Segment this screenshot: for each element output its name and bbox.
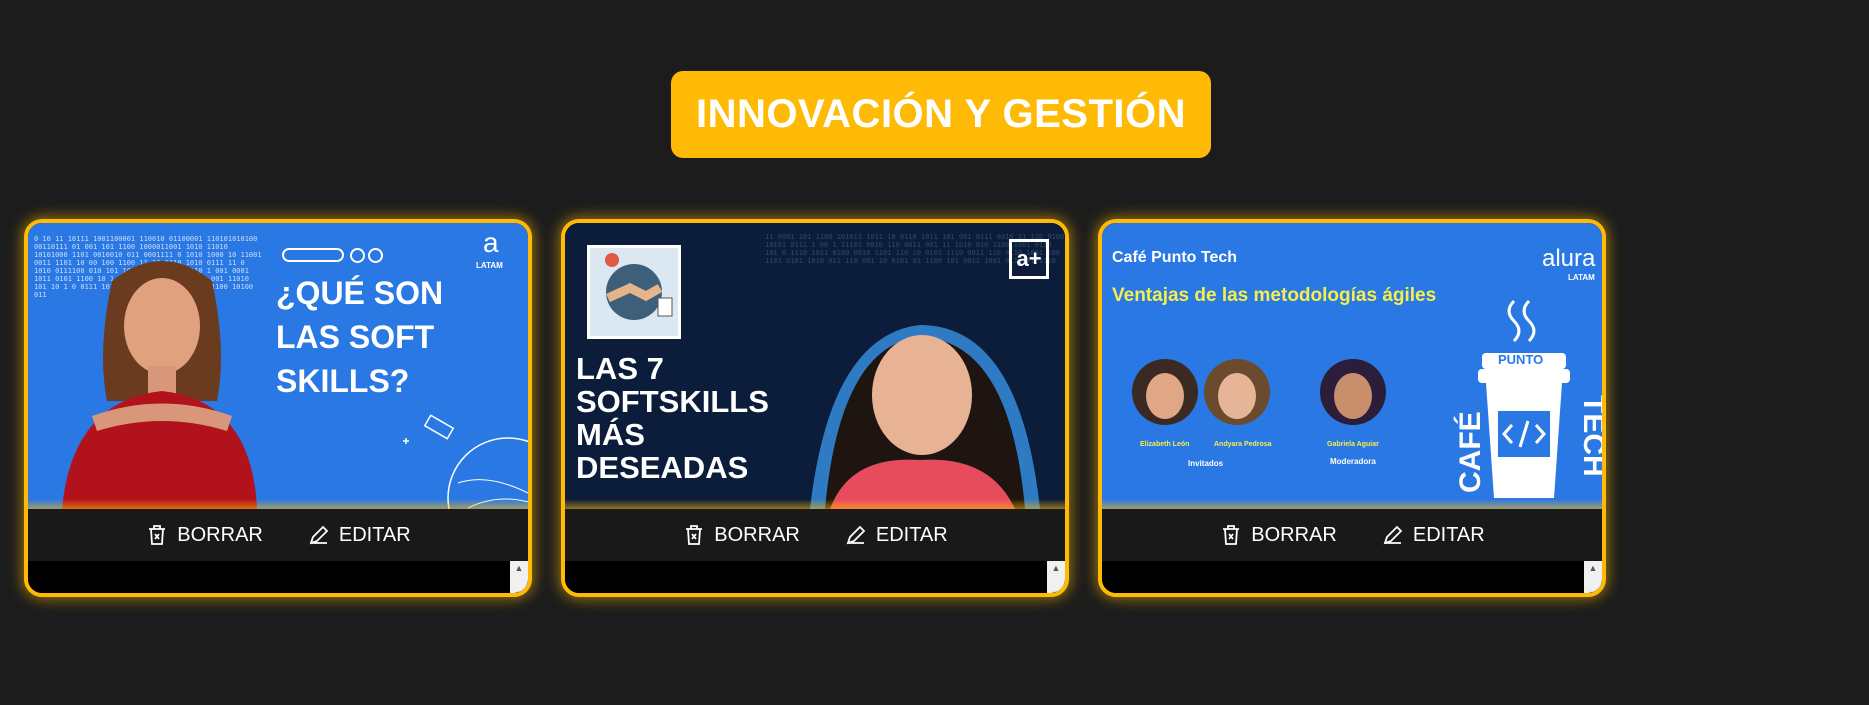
- edit-button[interactable]: EDITAR: [1381, 523, 1485, 547]
- guest-photo: [1132, 359, 1198, 425]
- delete-button[interactable]: BORRAR: [145, 523, 263, 547]
- satellite-globe-illustration: [403, 414, 528, 509]
- delete-button[interactable]: BORRAR: [682, 523, 800, 547]
- edit-label: EDITAR: [1412, 523, 1485, 546]
- video-title-line: SKILLS?: [276, 363, 410, 399]
- person-name: Gabriela Aguiar: [1327, 441, 1379, 448]
- alura-logo: a: [483, 227, 499, 258]
- video-card: Café Punto Tech alura LATAM Ventajas de …: [1098, 219, 1606, 597]
- person-name: Andyara Pedrosa: [1214, 441, 1272, 448]
- alura-plus-logo: a+: [1009, 239, 1049, 279]
- alura-logo-sub: LATAM: [476, 261, 503, 270]
- dot-decoration: [368, 248, 383, 263]
- scrollbar[interactable]: ▲ ▼: [510, 561, 528, 593]
- video-title-line: LAS 7: [576, 351, 664, 386]
- moderator-label: Moderadora: [1330, 457, 1376, 466]
- card-actions: BORRAR EDITAR: [28, 509, 528, 561]
- delete-label: BORRAR: [714, 523, 800, 546]
- card-actions: BORRAR EDITAR: [1102, 509, 1602, 561]
- alura-logo-sub: LATAM: [1568, 273, 1595, 282]
- video-player-area[interactable]: ▲ ▼: [565, 561, 1065, 593]
- scroll-down-icon[interactable]: ▼: [1052, 587, 1061, 593]
- presenter-photo: [810, 325, 1040, 509]
- scroll-up-icon[interactable]: ▲: [515, 561, 524, 575]
- pencil-icon: [846, 525, 866, 545]
- video-card: 0 10 11 10111 1001100001 110010 01100001…: [24, 219, 532, 597]
- video-thumbnail[interactable]: Café Punto Tech alura LATAM Ventajas de …: [1102, 223, 1602, 509]
- edit-button[interactable]: EDITAR: [307, 523, 411, 547]
- person-name: Elizabeth León: [1140, 441, 1190, 448]
- pill-decoration: [282, 248, 344, 262]
- side-text-right: TECH: [1577, 395, 1602, 477]
- video-title-line: LAS SOFT: [276, 319, 435, 355]
- delete-button[interactable]: BORRAR: [1219, 523, 1337, 547]
- edit-button[interactable]: EDITAR: [844, 523, 948, 547]
- guests-label: Invitados: [1188, 459, 1224, 468]
- dot-decoration: [350, 248, 365, 263]
- video-player-area[interactable]: ▲ ▼: [1102, 561, 1602, 593]
- handshake-illustration: [587, 245, 681, 339]
- pencil-icon: [309, 525, 329, 545]
- moderator-photo: [1320, 359, 1386, 425]
- presenter-photo: [62, 261, 257, 509]
- trash-icon: [686, 525, 703, 545]
- video-title-line: MÁS: [576, 417, 645, 452]
- video-subtitle: Ventajas de las metodologías ágiles: [1112, 285, 1437, 306]
- video-title-line: ¿QUÉ SON: [276, 275, 444, 311]
- pencil-icon: [1383, 525, 1403, 545]
- video-thumbnail[interactable]: 0 10 11 10111 1001100001 110010 01100001…: [28, 223, 528, 509]
- scroll-down-icon[interactable]: ▼: [1589, 587, 1598, 593]
- cup-label: PUNTO: [1498, 352, 1544, 367]
- video-player-area[interactable]: ▲ ▼: [28, 561, 528, 593]
- scroll-up-icon[interactable]: ▲: [1052, 561, 1061, 575]
- trash-icon: [1223, 525, 1240, 545]
- guest-photo: [1204, 359, 1270, 425]
- video-title-line: DESEADAS: [576, 450, 749, 485]
- video-card: 11 0001 101 1100 101011 1011 10 0110 101…: [561, 219, 1069, 597]
- scroll-up-icon[interactable]: ▲: [1589, 561, 1598, 575]
- edit-label: EDITAR: [338, 523, 411, 546]
- trash-icon: [149, 525, 166, 545]
- edit-label: EDITAR: [875, 523, 948, 546]
- video-title-line: SOFTSKILLS: [576, 384, 769, 419]
- card-actions: BORRAR EDITAR: [565, 509, 1065, 561]
- scrollbar[interactable]: ▲ ▼: [1584, 561, 1602, 593]
- alura-plus-logo-text: a+: [1016, 246, 1042, 271]
- alura-logo: alura: [1542, 245, 1596, 272]
- delete-label: BORRAR: [177, 523, 263, 546]
- scroll-down-icon[interactable]: ▼: [515, 587, 524, 593]
- scrollbar[interactable]: ▲ ▼: [1047, 561, 1065, 593]
- category-title: INNOVACIÓN Y GESTIÓN: [671, 71, 1211, 158]
- coffee-cup-illustration: PUNTO: [1474, 293, 1574, 503]
- series-header: Café Punto Tech: [1112, 249, 1238, 266]
- delete-label: BORRAR: [1251, 523, 1337, 546]
- video-thumbnail[interactable]: 11 0001 101 1100 101011 1011 10 0110 101…: [565, 223, 1065, 509]
